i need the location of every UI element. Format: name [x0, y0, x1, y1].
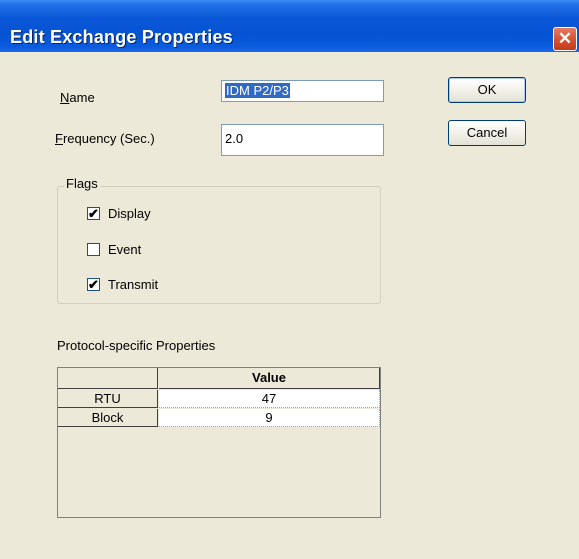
protocol-section-label: Protocol-specific Properties — [57, 338, 216, 353]
frequency-label: Frequency (Sec.) — [55, 131, 155, 146]
flags-group — [57, 186, 381, 304]
transmit-checkbox-label[interactable]: Transmit — [108, 277, 158, 292]
close-icon[interactable]: ✕ — [553, 27, 577, 51]
event-checkbox[interactable] — [87, 243, 100, 256]
frequency-input-value: 2.0 — [225, 131, 244, 146]
value-column-header[interactable]: Value — [159, 368, 380, 389]
event-checkbox-label[interactable]: Event — [108, 242, 141, 257]
frequency-input[interactable]: 2.0 — [221, 124, 384, 156]
dialog-title: Edit Exchange Properties — [10, 27, 233, 47]
name-input[interactable]: IDM P2/P3 — [221, 80, 384, 102]
protocol-properties-grid[interactable]: Value RTU 47 Block 9 — [57, 367, 381, 518]
grid-corner-header — [58, 368, 158, 389]
table-cell-value[interactable]: 9 — [159, 409, 380, 427]
name-label: Name — [60, 90, 95, 105]
transmit-checkbox[interactable]: ✔ — [87, 278, 100, 291]
table-cell-value[interactable]: 47 — [159, 390, 380, 408]
table-row-header[interactable]: Block — [58, 409, 158, 427]
title-bar[interactable]: Edit Exchange Properties ✕ — [0, 0, 579, 52]
display-checkbox[interactable]: ✔ — [87, 207, 100, 220]
display-checkbox-label[interactable]: Display — [108, 206, 151, 221]
name-input-value: IDM P2/P3 — [225, 83, 290, 98]
ok-button[interactable]: OK — [448, 77, 526, 103]
table-row-header[interactable]: RTU — [58, 390, 158, 408]
flags-group-label: Flags — [64, 176, 100, 191]
cancel-button[interactable]: Cancel — [448, 120, 526, 146]
